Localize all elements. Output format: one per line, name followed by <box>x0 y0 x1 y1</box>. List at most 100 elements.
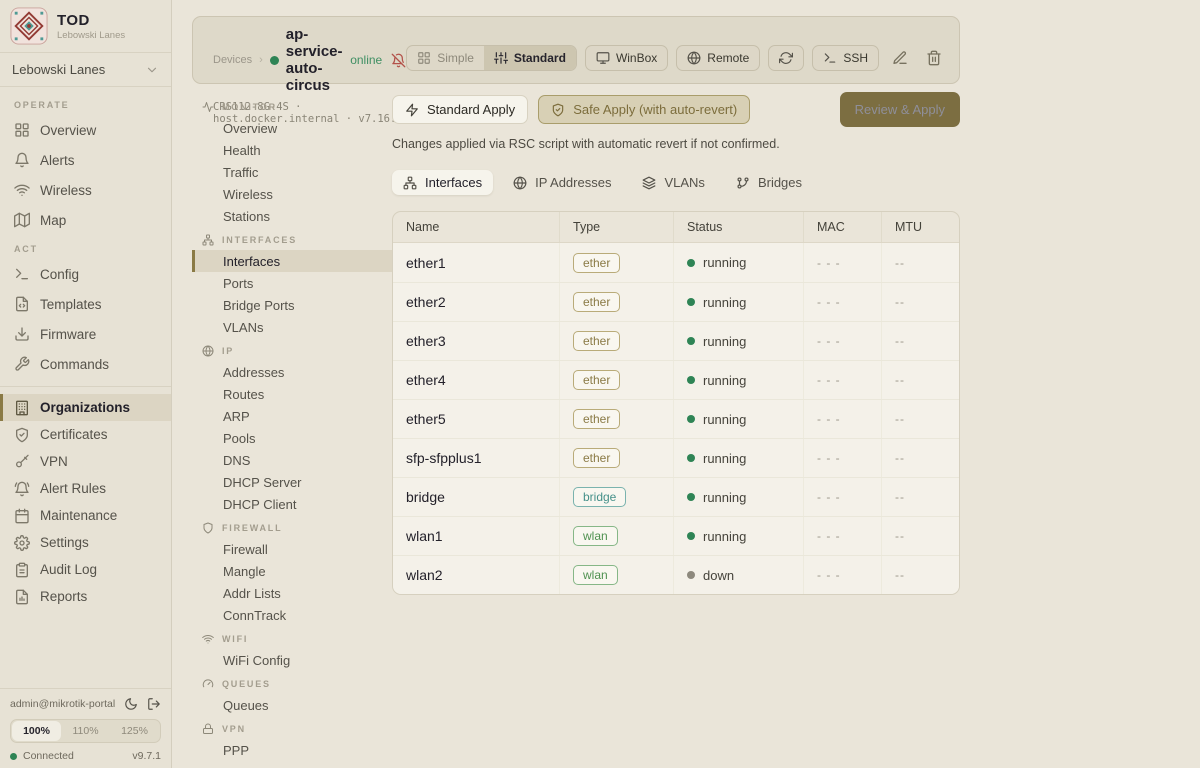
org-selector[interactable]: Lebowski Lanes <box>0 53 171 87</box>
edit-button[interactable] <box>887 44 913 72</box>
delete-button[interactable] <box>921 44 947 72</box>
column-header: MTU <box>881 212 959 242</box>
devnav-item[interactable]: Overview <box>192 117 392 139</box>
breadcrumb-separator: › <box>259 54 263 66</box>
sidebar-item[interactable]: Audit Log <box>0 556 171 583</box>
devnav-item[interactable]: Wireless <box>192 183 392 205</box>
hierarchy-icon <box>403 176 417 190</box>
devnav-item[interactable]: Firewall <box>192 538 392 560</box>
hierarchy-icon <box>202 234 214 246</box>
devnav-item[interactable]: Traffic <box>192 161 392 183</box>
devnav-item[interactable]: Queues <box>192 694 392 716</box>
devnav-item[interactable]: Routes <box>192 383 392 405</box>
sidebar-item[interactable]: Wireless <box>0 175 171 205</box>
table-row[interactable]: sfp-sfpplus1 ether running - - - -- <box>393 438 959 477</box>
sidebar-item[interactable]: VPN <box>0 448 171 475</box>
main-area: Devices › ap-service-auto-circus online … <box>172 0 1200 768</box>
sidebar-item[interactable]: Map <box>0 205 171 235</box>
shield-icon <box>202 522 214 534</box>
zoom-option[interactable]: 125% <box>110 721 159 741</box>
table-row[interactable]: ether2 ether running - - - -- <box>393 282 959 321</box>
sidebar-item[interactable]: Certificates <box>0 421 171 448</box>
status-cell: down <box>673 556 803 594</box>
devnav-item[interactable]: ConnTrack <box>192 604 392 626</box>
mac-cell: - - - <box>803 517 881 555</box>
sidebar-item[interactable]: Config <box>0 259 171 289</box>
wifi-icon <box>202 633 214 645</box>
sidebar-item[interactable]: Alert Rules <box>0 475 171 502</box>
logout-icon[interactable] <box>147 697 161 711</box>
notifications-off-icon[interactable] <box>391 53 406 68</box>
report-icon <box>14 589 30 605</box>
app-name: TOD <box>57 12 125 29</box>
pencil-icon <box>892 50 908 66</box>
wrench-icon <box>14 356 30 372</box>
sidebar-item[interactable]: Organizations <box>0 394 171 421</box>
sidebar-item[interactable]: Firmware <box>0 319 171 349</box>
devnav-item[interactable]: Bridge Ports <box>192 294 392 316</box>
devnav-item[interactable]: Stations <box>192 205 392 227</box>
status-cell: running <box>673 283 803 321</box>
devnav-item[interactable]: PPP <box>192 739 392 761</box>
sidebar-item[interactable]: Settings <box>0 529 171 556</box>
table-row[interactable]: ether4 ether running - - - -- <box>393 360 959 399</box>
devnav-item[interactable]: DHCP Server <box>192 471 392 493</box>
status-dot <box>687 493 695 501</box>
device-name: ap-service-auto-circus <box>286 26 343 94</box>
table-row[interactable]: bridge bridge running - - - -- <box>393 477 959 516</box>
sidebar-item[interactable]: Templates <box>0 289 171 319</box>
devnav-item[interactable]: DHCP Client <box>192 493 392 515</box>
devnav-section-label: WIFI <box>192 626 392 649</box>
status-dot <box>687 532 695 540</box>
devnav-item[interactable]: Addr Lists <box>192 582 392 604</box>
tab[interactable]: Bridges <box>725 170 813 195</box>
zoom-option[interactable]: 100% <box>12 721 61 741</box>
grid-icon <box>417 51 431 65</box>
devnav-item[interactable]: Addresses <box>192 361 392 383</box>
table-row[interactable]: wlan2 wlan down - - - -- <box>393 555 959 594</box>
sidebar-item[interactable]: Overview <box>0 115 171 145</box>
devnav-item[interactable]: ARP <box>192 405 392 427</box>
review-apply-button[interactable]: Review & Apply <box>840 92 960 127</box>
sidebar-item[interactable]: Maintenance <box>0 502 171 529</box>
tab[interactable]: IP Addresses <box>502 170 622 195</box>
table-row[interactable]: ether5 ether running - - - -- <box>393 399 959 438</box>
interface-name: wlan1 <box>393 520 559 552</box>
trash-icon <box>926 50 942 66</box>
refresh-button[interactable] <box>768 45 804 71</box>
devnav-item[interactable]: DNS <box>192 449 392 471</box>
view-mode-option[interactable]: Simple <box>407 46 484 70</box>
tab[interactable]: VLANs <box>631 170 715 195</box>
status-dot <box>687 259 695 267</box>
sidebar-item[interactable]: Commands <box>0 349 171 379</box>
devnav-item[interactable]: WiFi Config <box>192 649 392 671</box>
table-row[interactable]: ether3 ether running - - - -- <box>393 321 959 360</box>
devnav-item[interactable]: Interfaces <box>192 250 392 272</box>
table-row[interactable]: wlan1 wlan running - - - -- <box>393 516 959 555</box>
zoom-option[interactable]: 110% <box>61 721 110 741</box>
sidebar-item[interactable]: Reports <box>0 583 171 610</box>
status-dot <box>687 571 695 579</box>
content-tabs: Interfaces IP Addresses VLANs Br <box>392 170 960 195</box>
devnav-item[interactable]: Health <box>192 139 392 161</box>
devnav-item[interactable]: Ports <box>192 272 392 294</box>
table-row[interactable]: ether1 ether running - - - -- <box>393 243 959 282</box>
dark-mode-icon[interactable] <box>124 697 138 711</box>
standard-apply-button[interactable]: Standard Apply <box>392 95 528 124</box>
view-mode-option[interactable]: Standard <box>484 46 576 70</box>
winbox-button[interactable]: WinBox <box>585 45 668 71</box>
user-email: admin@mikrotik-portal.dev <box>10 698 115 710</box>
breadcrumb-devices[interactable]: Devices <box>213 54 252 66</box>
app-version: v9.7.1 <box>132 750 161 762</box>
devnav-item[interactable]: Pools <box>192 427 392 449</box>
remote-button[interactable]: Remote <box>676 45 760 71</box>
ssh-button[interactable]: SSH <box>812 45 879 71</box>
sidebar-item[interactable]: Alerts <box>0 145 171 175</box>
interfaces-table: Name Type Status MAC MTU ether1 <box>392 211 960 595</box>
devnav-section-label: IP <box>192 338 392 361</box>
devnav-item[interactable]: VLANs <box>192 316 392 338</box>
safe-apply-button[interactable]: Safe Apply (with auto-revert) <box>538 95 750 124</box>
status-cell: running <box>673 439 803 477</box>
devnav-item[interactable]: Mangle <box>192 560 392 582</box>
tab[interactable]: Interfaces <box>392 170 493 195</box>
